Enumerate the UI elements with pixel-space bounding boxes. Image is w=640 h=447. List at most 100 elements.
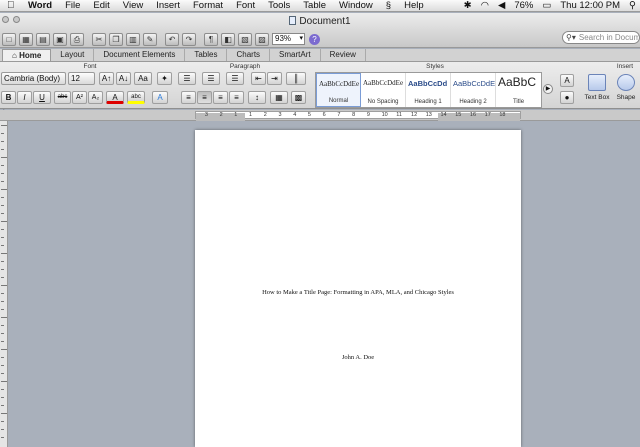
battery-percentage[interactable]: 76% [514, 0, 533, 12]
font-name-select[interactable]: Cambria (Body) [1, 72, 66, 85]
document-title-line[interactable]: How to Make a Title Page: Formatting in … [195, 289, 521, 296]
tab-home[interactable]: ⌂ Home [2, 49, 52, 61]
shape-button[interactable]: Shape [613, 74, 639, 101]
shrink-font-icon[interactable]: A↓ [116, 72, 131, 85]
ribbon: Font Paragraph Styles Insert Cambria (Bo… [0, 62, 640, 109]
columns-icon[interactable]: ║ [286, 72, 306, 85]
superscript-icon[interactable]: A² [72, 91, 87, 104]
align-left-icon[interactable]: ≡ [181, 91, 196, 104]
line-spacing-icon[interactable]: ↕ [248, 91, 266, 104]
menu-format[interactable]: Format [193, 0, 223, 12]
align-center-icon[interactable]: ≡ [197, 91, 212, 104]
styles-next-icon[interactable]: ▶ [543, 84, 553, 94]
menu-insert[interactable]: Insert [156, 0, 180, 12]
change-case-icon[interactable]: Aa [134, 72, 152, 85]
subscript-icon[interactable]: A₂ [88, 91, 103, 104]
menu-view[interactable]: View [123, 0, 143, 12]
battery-icon[interactable]: ▭ [542, 0, 551, 12]
multilevel-list-icon[interactable]: ☰ [226, 72, 244, 85]
menu-clock[interactable]: Thu 12:00 PM [560, 0, 620, 12]
tab-charts[interactable]: Charts [227, 49, 271, 61]
manage-styles-icon[interactable]: A [560, 74, 574, 87]
menu-help[interactable]: Help [404, 0, 424, 12]
grow-font-icon[interactable]: A↑ [99, 72, 114, 85]
menu-tools[interactable]: Tools [268, 0, 290, 12]
cut-icon[interactable]: ✂ [92, 32, 106, 46]
shading-icon[interactable]: ▩ [291, 91, 306, 104]
menu-window[interactable]: Window [339, 0, 373, 12]
menu-file[interactable]: File [65, 0, 80, 12]
tab-smartart[interactable]: SmartArt [270, 49, 321, 61]
sidebar-icon[interactable]: ◧ [221, 32, 235, 46]
underline-icon[interactable]: U [33, 91, 51, 104]
font-color-icon[interactable]: A [106, 91, 124, 104]
borders-icon[interactable]: ▦ [270, 91, 288, 104]
undo-icon[interactable]: ↶ [165, 32, 179, 46]
tab-review[interactable]: Review [321, 49, 366, 61]
document-author-line[interactable]: John A. Doe [195, 354, 521, 361]
style-title[interactable]: AaBbC Title [496, 73, 541, 107]
style-heading-2[interactable]: AaBbCcDdEe Heading 2 [451, 73, 496, 107]
menu-word[interactable]: Word [28, 0, 52, 12]
text-effects-icon[interactable]: A [152, 91, 168, 104]
style-no-spacing-sample: AaBbCcDdEe [363, 79, 404, 87]
toolbox-icon[interactable]: ▧ [238, 32, 252, 46]
bluetooth-icon[interactable]: ✱ [464, 0, 472, 12]
clear-formatting-icon[interactable]: ✦ [157, 72, 172, 85]
menu-edit[interactable]: Edit [93, 0, 109, 12]
media-browser-icon[interactable]: ▨ [255, 32, 269, 46]
format-painter-icon[interactable]: ✎ [143, 32, 157, 46]
show-formatting-icon[interactable]: ¶ [204, 32, 218, 46]
volume-icon[interactable]: ◀ [498, 0, 505, 12]
save-icon[interactable]: ▣ [53, 32, 67, 46]
shape-icon [617, 74, 635, 91]
vertical-ruler-mark [1, 125, 7, 126]
tab-tables[interactable]: Tables [185, 49, 228, 61]
style-heading-2-label: Heading 2 [459, 99, 487, 105]
style-normal-sample: AaBbCcDdEe [319, 80, 360, 88]
style-normal[interactable]: AaBbCcDdEe Normal [316, 73, 361, 107]
text-box-label: Text Box [584, 94, 610, 101]
apple-menu-icon[interactable]:  [7, 0, 19, 12]
strikethrough-icon[interactable]: abc [54, 91, 71, 104]
tab-document-elements[interactable]: Document Elements [94, 49, 186, 61]
font-size-select[interactable]: 12 [68, 72, 95, 85]
menu-font[interactable]: Font [236, 0, 255, 12]
help-icon[interactable]: ? [309, 33, 320, 45]
zoom-select[interactable]: 93% [272, 33, 305, 45]
text-box-button[interactable]: Text Box [584, 74, 610, 101]
highlight-icon[interactable]: abc [127, 91, 145, 104]
print-icon[interactable]: ⎙ [70, 32, 84, 46]
document-page[interactable]: How to Make a Title Page: Formatting in … [195, 130, 521, 447]
redo-icon[interactable]: ↷ [182, 32, 196, 46]
bold-icon[interactable]: B [1, 91, 16, 104]
align-right-icon[interactable]: ≡ [213, 91, 228, 104]
themes-icon[interactable]: ● [560, 91, 574, 104]
gallery-icon[interactable]: ▦ [19, 32, 33, 46]
style-no-spacing[interactable]: AaBbCcDdEe No Spacing [361, 73, 406, 107]
script-menu-icon[interactable]: § [386, 0, 391, 12]
numbering-icon[interactable]: ☰ [202, 72, 220, 85]
ruler-tick-label: 14 [440, 112, 447, 118]
copy-icon[interactable]: ❐ [109, 32, 123, 46]
insert-group-label: Insert [616, 63, 634, 70]
italic-icon[interactable]: I [17, 91, 32, 104]
paste-icon[interactable]: ▥ [126, 32, 140, 46]
increase-indent-icon[interactable]: ⇥ [267, 72, 282, 85]
spotlight-icon[interactable]: ⚲ [629, 0, 636, 12]
menu-table[interactable]: Table [303, 0, 326, 12]
horizontal-ruler[interactable]: 3 2 1 1 2 3 4 5 6 7 8 9 10 11 12 13 14 15 16 17 18 [195, 111, 521, 121]
tab-layout[interactable]: Layout [51, 49, 95, 61]
style-heading-1[interactable]: AaBbCcDd Heading 1 [406, 73, 451, 107]
vertical-ruler[interactable] [0, 121, 8, 447]
search-field[interactable]: ⚲▾ Search in Docum [562, 31, 640, 44]
decrease-indent-icon[interactable]: ⇤ [251, 72, 266, 85]
vertical-ruler-mark [1, 253, 7, 254]
wifi-icon[interactable]: ◠ [481, 0, 489, 12]
paragraph-group-label: Paragraph [229, 63, 261, 70]
new-document-icon[interactable]: □ [2, 32, 16, 46]
style-title-sample: AaBbC [498, 75, 537, 89]
open-folder-icon[interactable]: ▤ [36, 32, 50, 46]
bullets-icon[interactable]: ☰ [178, 72, 196, 85]
justify-icon[interactable]: ≡ [229, 91, 244, 104]
